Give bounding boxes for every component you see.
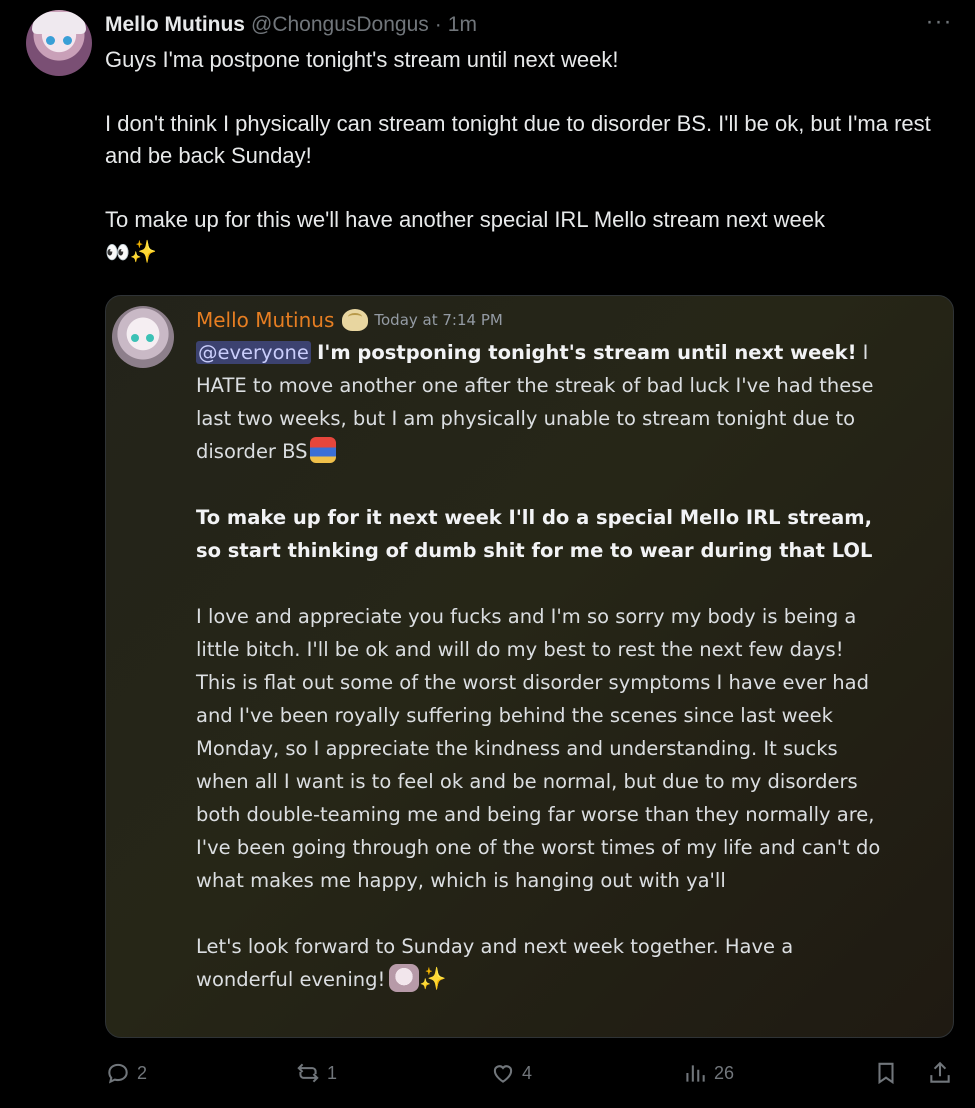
- sparkles-emoji-icon: ✨: [129, 239, 158, 264]
- tweet-paragraph-3-text: To make up for this we'll have another s…: [105, 207, 825, 232]
- bookmark-icon: [878, 1062, 894, 1085]
- heart-icon: [493, 1065, 513, 1083]
- discord-avatar-eye-left: [131, 334, 139, 342]
- share-icon: [930, 1061, 950, 1083]
- reply-button[interactable]: 2: [105, 1056, 147, 1090]
- discord-avatar: [112, 306, 174, 368]
- repost-count: 1: [327, 1062, 338, 1083]
- discord-timestamp: Today at 7:14 PM: [374, 311, 503, 329]
- header-separator: ·: [434, 13, 442, 36]
- discord-avatar-eye-right: [146, 334, 154, 342]
- bookmark-button[interactable]: [873, 1056, 899, 1090]
- discord-message-header: Mello Mutinus Today at 7:14 PM: [196, 306, 503, 334]
- tweet-paragraph-3: To make up for this we'll have another s…: [105, 204, 955, 269]
- discord-paragraph-1: @everyone I'm postponing tonight's strea…: [196, 336, 886, 468]
- reply-count: 2: [137, 1062, 148, 1083]
- avatar-eye-right: [63, 36, 72, 45]
- discord-paragraph-1-bold: I'm postponing tonight's stream until ne…: [317, 341, 857, 364]
- tweet-header: Mello Mutinus @ChongusDongus · 1m: [105, 12, 477, 38]
- everyone-mention: @everyone: [196, 341, 311, 364]
- like-count: 4: [522, 1062, 533, 1083]
- embedded-screenshot[interactable]: Mello Mutinus Today at 7:14 PM @everyone…: [105, 295, 954, 1038]
- share-button[interactable]: [927, 1056, 953, 1090]
- more-options-icon[interactable]: ···: [924, 10, 954, 34]
- discord-paragraph-4: Let's look forward to Sunday and next we…: [196, 930, 886, 996]
- author-display-name[interactable]: Mello Mutinus: [105, 13, 245, 37]
- eyes-emoji-icon: 👀: [105, 242, 130, 264]
- discord-paragraph-2: To make up for it next week I'll do a sp…: [196, 506, 873, 562]
- tweet-timestamp[interactable]: 1m: [448, 13, 477, 37]
- face-emoji-icon: [389, 964, 420, 992]
- tweet-line-1: Guys I'ma postpone tonight's stream unti…: [105, 47, 619, 72]
- tweet-paragraph-2: I don't think I physically can stream to…: [105, 111, 931, 168]
- sparkles-emoji-icon-2: ✨: [419, 967, 447, 992]
- avatar-hair: [32, 12, 86, 34]
- repost-button[interactable]: 1: [295, 1056, 337, 1090]
- tweet-text: Guys I'ma postpone tonight's stream unti…: [105, 44, 955, 269]
- avatar-eye-left: [46, 36, 55, 45]
- custom-emoji-icon: [309, 437, 336, 463]
- discord-paragraph-4-text: Let's look forward to Sunday and next we…: [196, 935, 794, 991]
- discord-message-body: @everyone I'm postponing tonight's strea…: [196, 336, 886, 996]
- discord-paragraph-3: I love and appreciate you fucks and I'm …: [196, 605, 881, 892]
- tweet: Mello Mutinus @ChongusDongus · 1m ··· Gu…: [0, 0, 975, 1108]
- views-chart-icon: [686, 1065, 705, 1082]
- discord-author-name: Mello Mutinus: [196, 308, 335, 332]
- reply-icon: [108, 1063, 128, 1084]
- repost-icon: [297, 1063, 319, 1083]
- role-badge-icon: [342, 309, 369, 331]
- tweet-actions: 2 1 4 26: [105, 1056, 955, 1090]
- views-count: 26: [714, 1062, 735, 1083]
- views-button[interactable]: 26: [682, 1056, 734, 1090]
- author-handle[interactable]: @ChongusDongus: [251, 13, 429, 37]
- like-button[interactable]: 4: [490, 1056, 532, 1090]
- author-avatar[interactable]: [26, 10, 92, 76]
